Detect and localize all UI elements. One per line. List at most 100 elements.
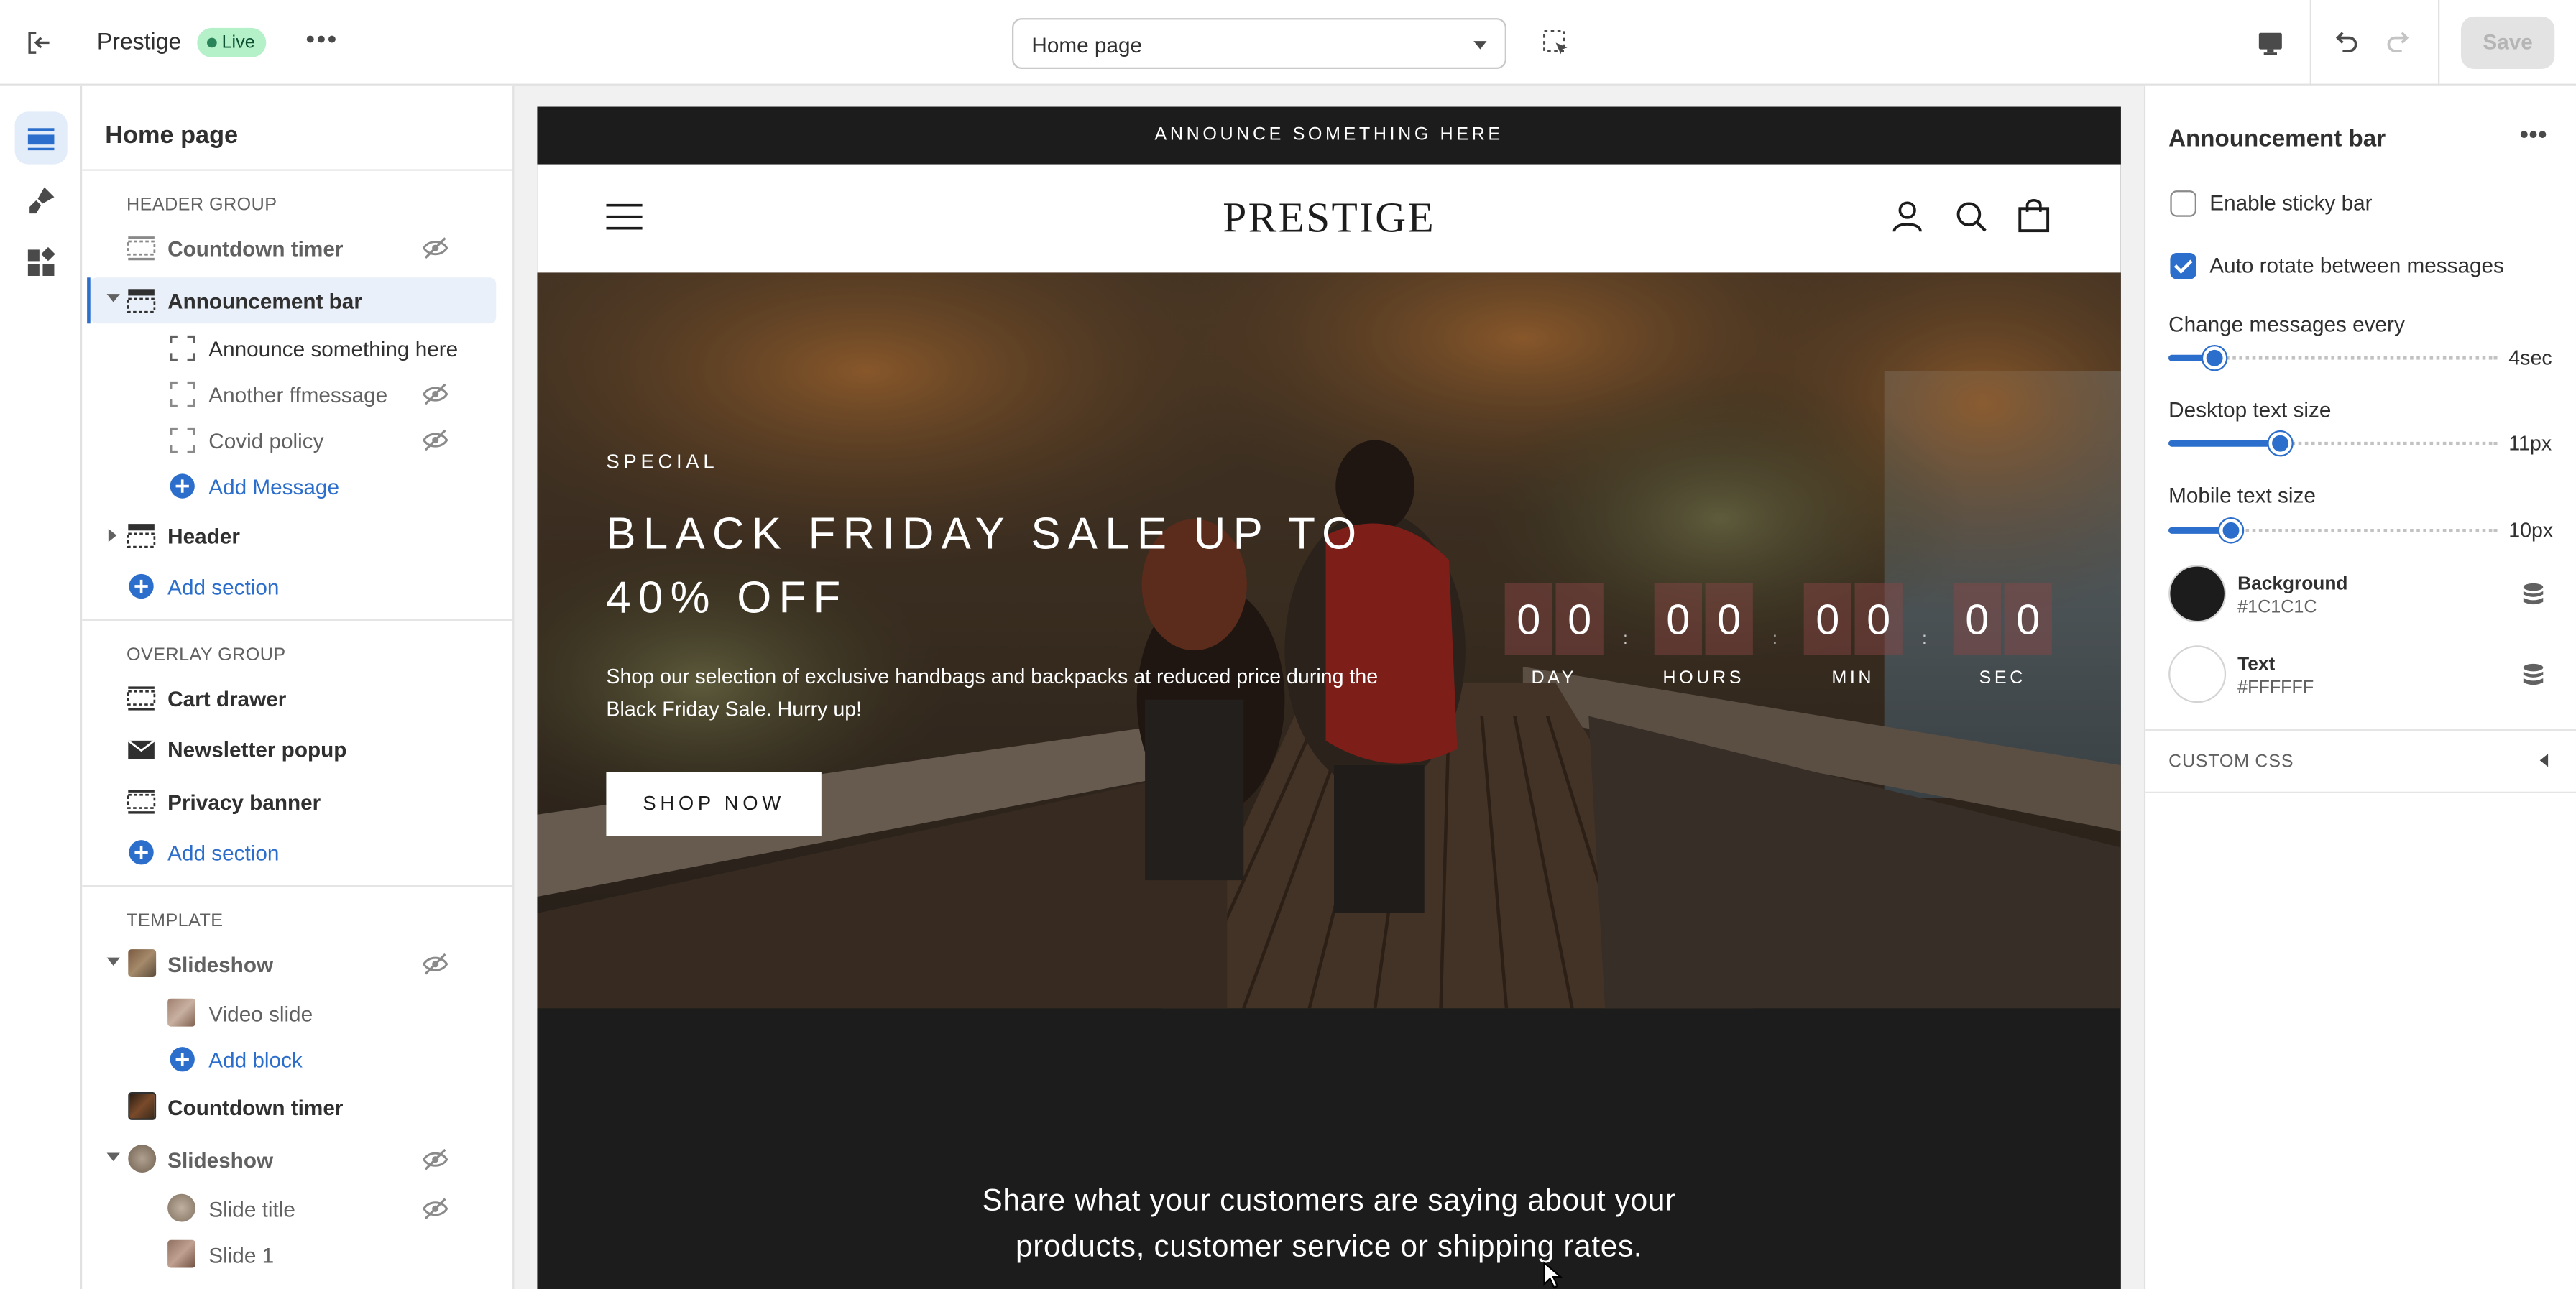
background-color-swatch[interactable] [2168,565,2227,623]
redo-icon[interactable] [2382,27,2415,60]
section-cart-drawer[interactable]: Cart drawer [82,675,512,721]
eye-slash-icon[interactable] [420,1194,450,1224]
overlay-group-label: OVERLAY GROUP [126,645,286,665]
mobile-text-size-slider[interactable] [2168,519,2498,542]
search-icon[interactable] [1955,200,1988,234]
chevron-left-icon[interactable] [2539,754,2549,767]
undo-icon[interactable] [2329,27,2363,60]
desktop-view-icon[interactable] [2254,27,2287,60]
color-name: Text [2237,655,2276,675]
hero-text: Shop our selection of exclusive handbags… [606,665,1379,721]
section-header[interactable]: Header [82,512,512,558]
sidebar-title: Home page [105,121,239,149]
countdown-digit: 0 [2004,583,2052,655]
shop-now-button[interactable]: SHOP NOW [606,772,822,836]
slider-handle[interactable] [2268,432,2292,456]
custom-css-toggle[interactable]: CUSTOM CSS [2168,752,2294,772]
account-icon[interactable] [1891,200,1924,234]
icon-rail [0,85,83,1289]
mouse-pointer-icon [1543,1261,1563,1289]
add-section-button[interactable]: Add section [82,563,512,609]
eye-slash-icon[interactable] [420,379,450,409]
envelope-icon [127,739,155,759]
desktop-text-size-slider[interactable] [2168,432,2498,456]
add-section-button[interactable]: Add section [82,829,512,875]
eye-slash-icon[interactable] [420,949,450,979]
eye-slash-icon[interactable] [420,425,450,455]
slider-value: 10px [2508,519,2554,542]
block-another-ffmessage[interactable]: Another ffmessage [82,371,512,417]
chevron-right-icon[interactable] [108,528,117,542]
add-block-button[interactable]: Add block [82,1036,512,1082]
section-slideshow-2[interactable]: Slideshow [82,1137,512,1183]
section-label: Newsletter popup [167,737,347,762]
block-covid-policy[interactable]: Covid policy [82,417,512,463]
block-video-slide[interactable]: Video slide [82,990,512,1036]
checkbox-label: Auto rotate between messages [2209,252,2504,278]
section-slideshow[interactable]: Slideshow [82,941,512,987]
auto-rotate-checkbox[interactable] [2170,252,2196,279]
divider [2309,0,2312,86]
sections-icon[interactable] [14,111,68,165]
checkbox-label: Enable sticky bar [2209,190,2373,216]
add-message-button[interactable]: Add Message [82,463,512,509]
page-select[interactable]: Home page [1011,18,1506,69]
countdown-separator: : [1772,630,1777,649]
add-message-label: Add Message [208,474,339,499]
change-messages-slider[interactable] [2168,346,2498,370]
save-button[interactable]: Save [2460,16,2555,69]
chevron-down-icon[interactable] [106,1152,120,1161]
settings-panel: Announcement bar ••• Enable sticky bar A… [2143,85,2576,1289]
slider-value: 4sec [2508,346,2552,370]
chevron-down-icon[interactable] [106,957,120,966]
block-label: Announce something here [208,336,459,361]
dynamic-source-icon[interactable] [2520,581,2547,608]
more-actions-icon[interactable]: ••• [305,27,339,60]
countdown-digit: 0 [1705,583,1753,655]
announcement-bar[interactable]: ANNOUNCE SOMETHING HERE [537,106,2121,165]
section-countdown-timer[interactable]: Countdown timer [82,225,512,271]
add-section-label: Add section [167,841,280,866]
slideshow-thumbnail [128,1145,157,1173]
store-logo[interactable]: PRESTIGE [537,194,2120,244]
hero-eyebrow: SPECIAL [606,450,719,473]
slider-handle[interactable] [2203,346,2227,370]
text-color-swatch[interactable] [2168,645,2227,703]
section-newsletter-popup[interactable]: Newsletter popup [82,726,512,772]
slider-label: Mobile text size [2168,482,2316,508]
theme-settings-brush-icon[interactable] [15,174,68,226]
slider-handle[interactable] [2219,519,2242,542]
inspector-select-icon[interactable] [1540,27,1573,60]
divider [82,884,513,887]
section-privacy-banner[interactable]: Privacy banner [82,778,512,824]
section-label: Privacy banner [167,790,321,815]
add-section-label: Add section [167,574,280,600]
testimonial-line: Share what your customers are saying abo… [982,1182,1676,1217]
dynamic-source-icon[interactable] [2520,662,2547,688]
countdown-digit: 0 [1555,583,1604,655]
eye-slash-icon[interactable] [420,234,450,263]
countdown-digit: 0 [1953,583,2001,655]
cart-bag-icon[interactable] [2018,199,2051,234]
live-status-badge: Live [197,27,267,57]
plus-circle-icon [170,473,195,499]
eye-slash-icon[interactable] [420,1145,450,1174]
plus-circle-icon [129,573,154,599]
exit-icon[interactable] [23,27,56,60]
section-label: Slideshow [167,952,274,977]
chevron-down-icon[interactable] [106,294,120,302]
countdown-hours: 00 HOURS [1654,583,1753,688]
section-announcement-bar[interactable]: Announcement bar [87,277,497,324]
block-slide-title[interactable]: Slide title [82,1186,512,1232]
apps-icon[interactable] [15,236,68,289]
enable-sticky-bar-checkbox[interactable] [2170,190,2196,217]
block-label: Slide title [208,1197,295,1222]
section-label: Countdown timer [167,236,344,262]
section-countdown-timer-template[interactable]: Countdown timer [82,1084,512,1130]
countdown-digit: 0 [1504,583,1552,655]
more-actions-icon[interactable]: ••• [2517,122,2550,154]
block-announce-something-here[interactable]: Announce something here [82,325,512,371]
store-preview: ANNOUNCE SOMETHING HERE PRESTIGE SPECIAL… [537,106,2121,1289]
divider [2437,0,2440,86]
block-slide-1[interactable]: Slide 1 [82,1232,512,1278]
